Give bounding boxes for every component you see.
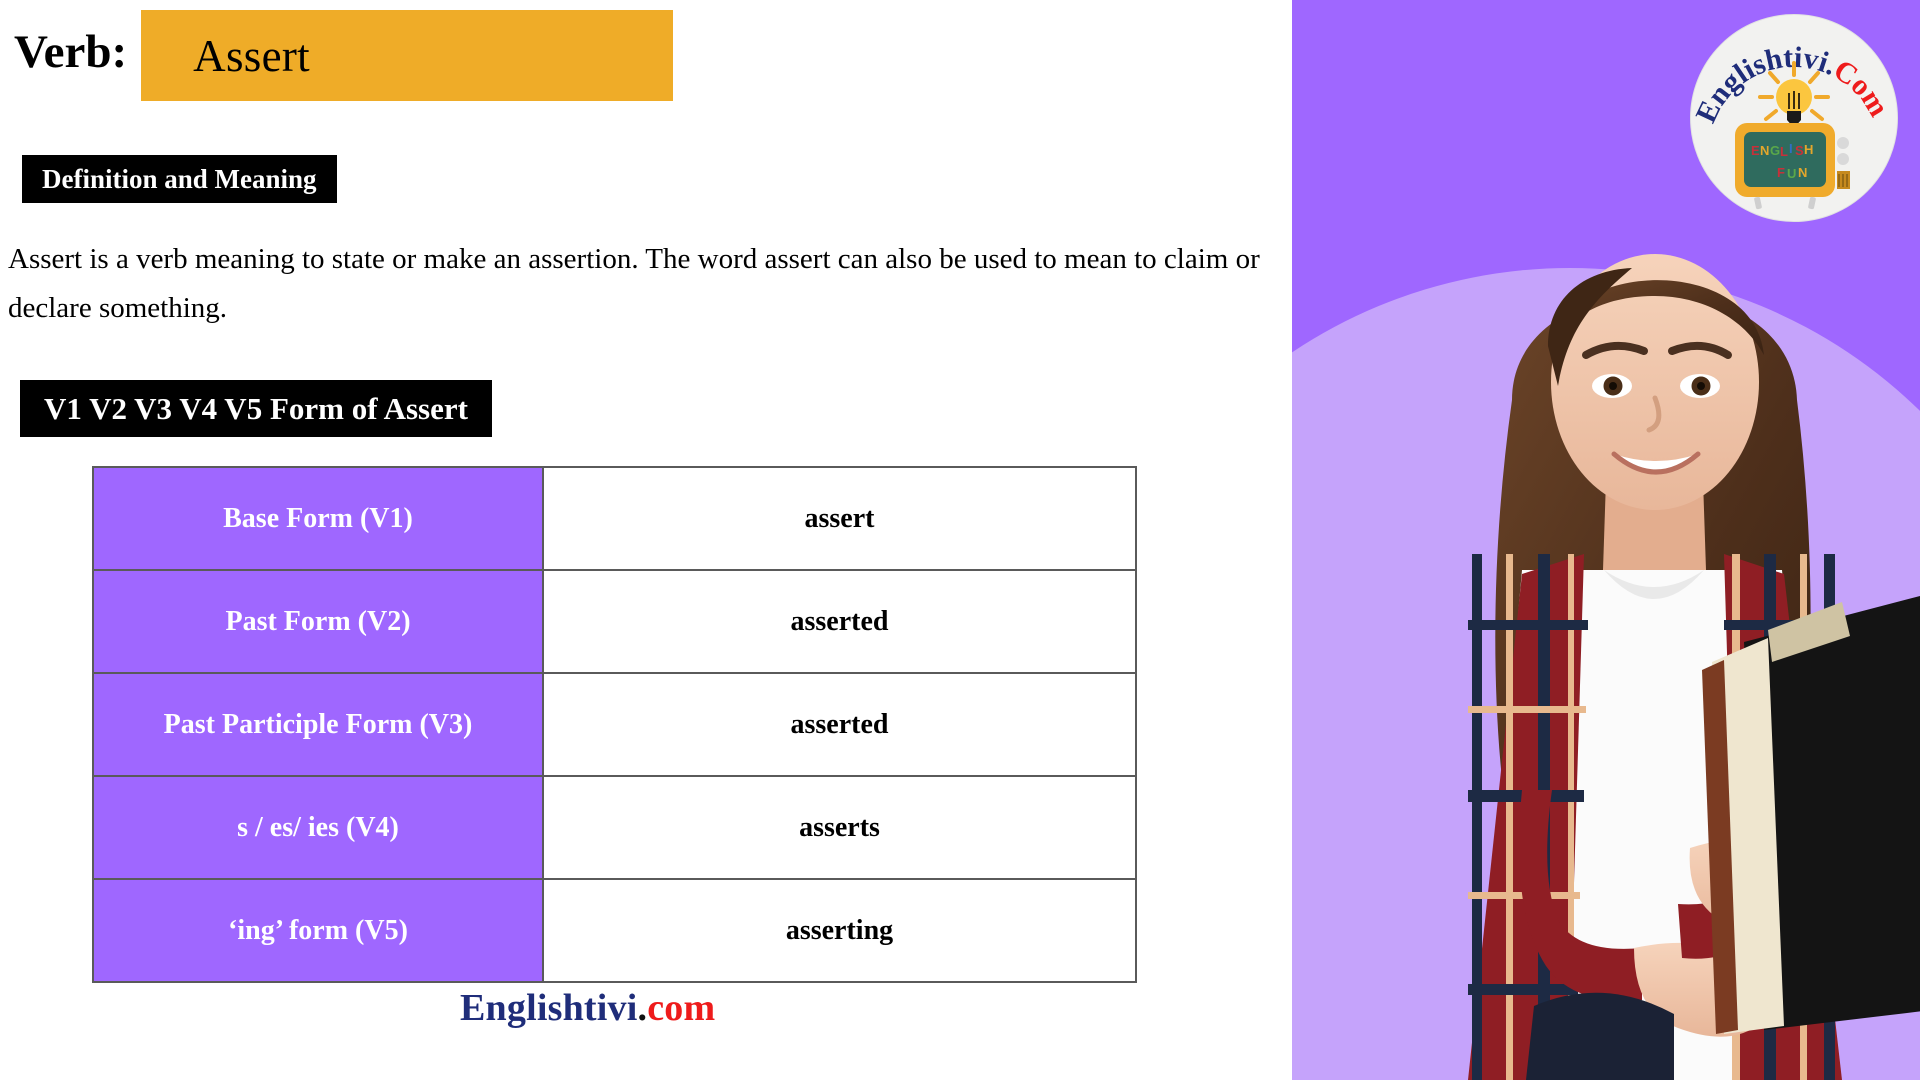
svg-text:S: S	[1795, 143, 1804, 158]
form-value-cell: assert	[542, 466, 1137, 571]
form-label-cell: Base Form (V1)	[92, 466, 544, 571]
form-label-cell: Past Form (V2)	[92, 569, 544, 674]
svg-text:E: E	[1751, 143, 1760, 158]
form-value-cell: asserting	[542, 878, 1137, 983]
svg-text:G: G	[1770, 143, 1780, 158]
form-value-cell: asserts	[542, 775, 1137, 880]
definition-text: Assert is a verb meaning to state or mak…	[8, 243, 1260, 324]
student-photo	[1468, 254, 1920, 1080]
table-row: Past Participle Form (V3) asserted	[92, 672, 1137, 777]
table-row: Past Form (V2) asserted	[92, 569, 1137, 674]
footer-brand-tld: com	[647, 987, 716, 1029]
form-value-cell: asserted	[542, 569, 1137, 674]
television-icon: E N G L I S H F U N	[1735, 123, 1850, 210]
svg-text:H: H	[1804, 142, 1813, 157]
table-row: Base Form (V1) assert	[92, 466, 1137, 571]
svg-text:N: N	[1798, 165, 1807, 180]
verb-word-box: Assert	[141, 10, 674, 101]
englishtivi-logo-badge: Englishtivi.Com E N G L I S H F U N	[1690, 14, 1898, 222]
definition-banner: Definition and Meaning	[22, 155, 337, 203]
svg-text:I: I	[1789, 141, 1793, 156]
lesson-content: Verb: Assert Definition and Meaning Asse…	[0, 0, 1292, 1080]
logo-tld-text: Com	[1828, 54, 1895, 122]
verb-forms-table: Base Form (V1) assert Past Form (V2) ass…	[92, 466, 1137, 983]
verb-word: Assert	[193, 30, 310, 81]
svg-text:N: N	[1760, 143, 1769, 158]
svg-text:U: U	[1787, 166, 1796, 181]
table-row: ‘ing’ form (V5) asserting	[92, 878, 1137, 983]
right-decorative-panel: Englishtivi.Com E N G L I S H F U N	[1292, 0, 1920, 1080]
form-label-cell: ‘ing’ form (V5)	[92, 878, 544, 983]
form-label-cell: s / es/ ies (V4)	[92, 775, 544, 880]
form-value-cell: asserted	[542, 672, 1137, 777]
verb-forms-body: Base Form (V1) assert Past Form (V2) ass…	[92, 466, 1137, 983]
form-label-cell: Past Participle Form (V3)	[92, 672, 544, 777]
footer-brand-name: Englishtivi	[460, 987, 638, 1029]
footer-brand-dot: .	[637, 987, 648, 1029]
forms-banner: V1 V2 V3 V4 V5 Form of Assert	[20, 380, 492, 437]
table-row: s / es/ ies (V4) asserts	[92, 775, 1137, 880]
footer-brand: Englishtivi.com	[460, 986, 715, 1030]
svg-text:L: L	[1780, 144, 1788, 159]
verb-label: Verb:	[14, 26, 128, 78]
svg-text:F: F	[1777, 165, 1785, 180]
verb-header-row: Verb: Assert	[14, 10, 674, 101]
